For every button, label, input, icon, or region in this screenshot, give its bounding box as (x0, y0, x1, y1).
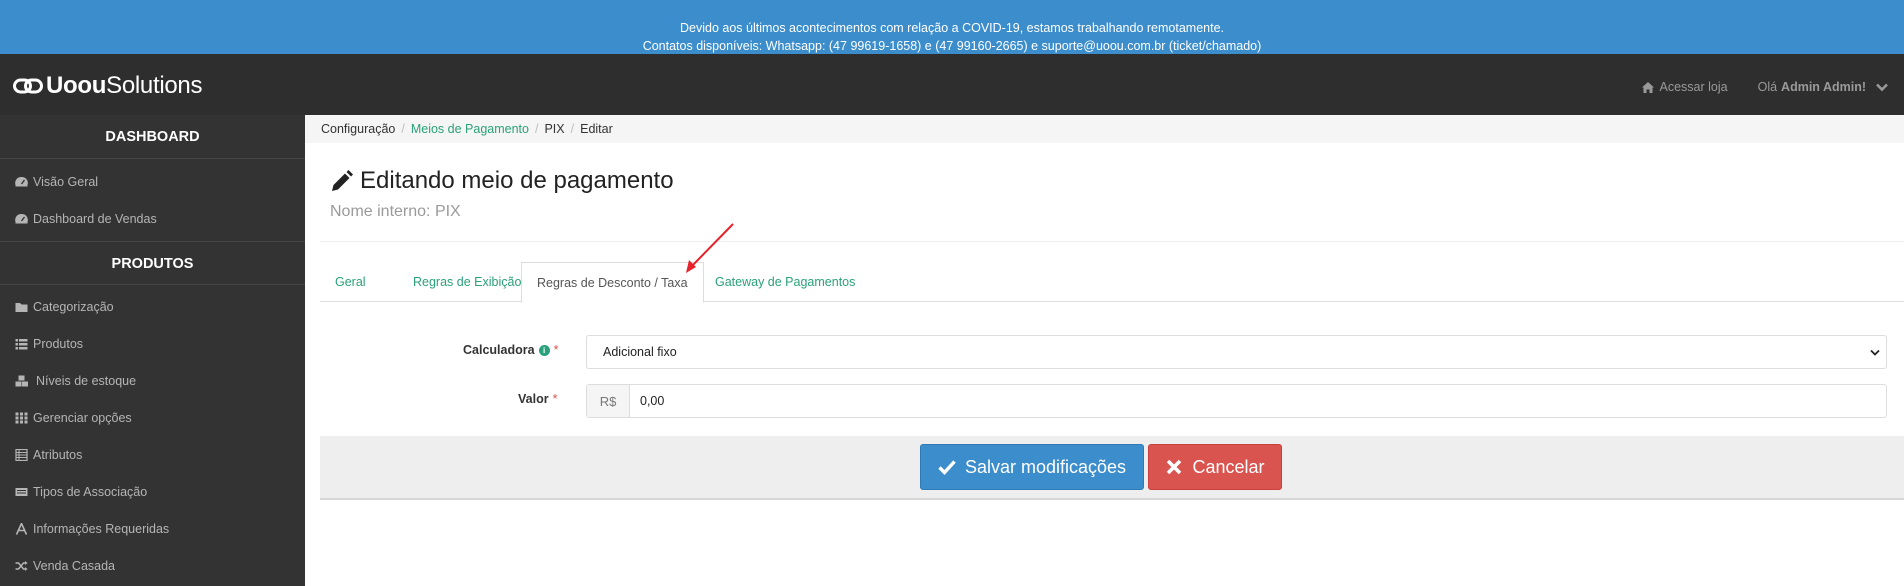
font-icon (15, 522, 28, 535)
dashboard-icon (15, 176, 28, 186)
save-button[interactable]: Salvar modificações (920, 444, 1144, 490)
chevron-down-icon (1870, 349, 1880, 356)
cubes-icon (15, 375, 28, 386)
sidebar-item-venda-casada[interactable]: Venda Casada (0, 547, 305, 584)
list-icon (15, 338, 28, 349)
breadcrumb-configuracao[interactable]: Configuração (321, 122, 395, 136)
sidebar-item-produtos[interactable]: Produtos (0, 325, 305, 362)
notice-line-1: Devido aos últimos acontecimentos com re… (679, 21, 1224, 35)
sidebar-item-dashboard-vendas[interactable]: Dashboard de Vendas (0, 200, 305, 237)
user-menu[interactable]: Olá Admin Admin! (1758, 80, 1888, 94)
logo-light-text: Solutions (106, 72, 203, 99)
sidebar-item-gerenciar-opcoes[interactable]: Gerenciar opções (0, 399, 305, 436)
page-title: Editando meio de pagamento (329, 167, 674, 195)
sidebar-item-niveis-estoque[interactable]: Níveis de estoque (0, 362, 305, 399)
calculator-label: Calculadora i * (463, 343, 558, 357)
close-icon (1167, 459, 1182, 475)
sidebar-item-label: Informações Requeridas (33, 521, 170, 536)
breadcrumb: Configuração / Meios de Pagamento / PIX … (305, 115, 1904, 143)
breadcrumb-meios-pagamento[interactable]: Meios de Pagamento (411, 122, 529, 136)
folder-icon (15, 302, 28, 312)
annotation-arrow (686, 223, 734, 273)
sidebar-item-label: Dashboard de Vendas (33, 211, 157, 226)
header-right: Acessar loja Olá Admin Admin! (1641, 80, 1889, 94)
user-name: Admin Admin! (1781, 80, 1866, 94)
value-label: Valor * (518, 392, 557, 406)
sidebar-item-visao-geral[interactable]: Visão Geral (0, 163, 305, 200)
table-icon (15, 448, 28, 461)
tab-regras-desconto-taxa[interactable]: Regras de Desconto / Taxa (521, 262, 704, 303)
save-button-label: Salvar modificações (964, 456, 1127, 477)
divider (320, 241, 1904, 242)
notice-line-2: Contatos disponíveis: Whatsapp: (47 9961… (642, 39, 1262, 53)
covid-notice-banner: Devido aos últimos acontecimentos com re… (0, 0, 1904, 54)
top-header: Uoou Solutions Acessar loja Olá Admin Adm… (0, 54, 1904, 115)
home-icon (1641, 81, 1654, 93)
page-subtitle: Nome interno: PIX (330, 203, 461, 220)
sidebar-item-informacoes-requeridas[interactable]: Informações Requeridas (0, 510, 305, 547)
store-link[interactable]: Acessar loja (1641, 80, 1728, 94)
chain-link-icon (13, 78, 43, 94)
sidebar-item-label: Níveis de estoque (36, 373, 137, 388)
value-input[interactable]: 0,00 (630, 385, 1886, 417)
sidebar: DASHBOARD Visão Geral Dashboard de Venda… (0, 115, 305, 586)
sidebar-section-dashboard[interactable]: DASHBOARD (0, 115, 305, 159)
sidebar-item-label: Atributos (33, 447, 83, 462)
sidebar-item-label: Tipos de Associação (33, 484, 148, 499)
breadcrumb-editar: Editar (580, 122, 613, 136)
page-title-text: Editando meio de pagamento (360, 167, 674, 194)
tab-geral[interactable]: Geral (320, 262, 381, 302)
store-link-label: Acessar loja (1659, 80, 1728, 94)
sidebar-item-label: Categorização (33, 299, 114, 314)
breadcrumb-pix[interactable]: PIX (544, 122, 564, 136)
tags-icon (15, 487, 28, 496)
calculator-label-text: Calculadora (463, 343, 535, 357)
sidebar-section-produtos[interactable]: PRODUTOS (0, 241, 305, 285)
currency-addon: R$ (587, 385, 630, 417)
sidebar-item-label: Produtos (33, 336, 84, 351)
info-icon[interactable]: i (538, 344, 550, 356)
sidebar-item-label: Venda Casada (33, 558, 116, 573)
sidebar-item-label: Gerenciar opções (33, 410, 132, 425)
breadcrumb-separator: / (534, 122, 539, 136)
greeting: Olá (1757, 80, 1778, 94)
sidebar-item-tipos-associacao[interactable]: Tipos de Associação (0, 473, 305, 510)
value-label-text: Valor (518, 392, 549, 406)
sidebar-item-label: Visão Geral (33, 174, 99, 189)
sidebar-item-atributos[interactable]: Atributos (0, 436, 305, 473)
breadcrumb-separator: / (401, 122, 405, 136)
value-input-group: R$ 0,00 (586, 384, 1887, 418)
breadcrumb-separator: / (570, 122, 575, 136)
logo[interactable]: Uoou Solutions (13, 72, 203, 99)
cancel-button[interactable]: Cancelar (1148, 444, 1282, 490)
check-icon (938, 460, 956, 475)
form-actions: Salvar modificações Cancelar (320, 436, 1904, 500)
sidebar-item-categorizacao[interactable]: Categorização (0, 288, 305, 325)
grid-icon (15, 412, 28, 423)
tab-bar: Geral Regras de Exibição Regras de Desco… (320, 262, 1904, 303)
random-icon (15, 560, 28, 571)
chevron-down-icon (1876, 83, 1888, 91)
calculator-select[interactable]: Adicional fixo (586, 335, 1887, 369)
pencil-icon (332, 169, 353, 191)
dashboard-icon (15, 213, 28, 223)
required-mark: * (552, 392, 558, 406)
logo-bold-text: Uoou (46, 72, 107, 99)
cancel-button-label: Cancelar (1192, 456, 1265, 477)
required-mark: * (553, 343, 559, 357)
calculator-selected-value: Adicional fixo (603, 345, 677, 359)
tab-regras-exibicao[interactable]: Regras de Exibição (398, 262, 536, 302)
